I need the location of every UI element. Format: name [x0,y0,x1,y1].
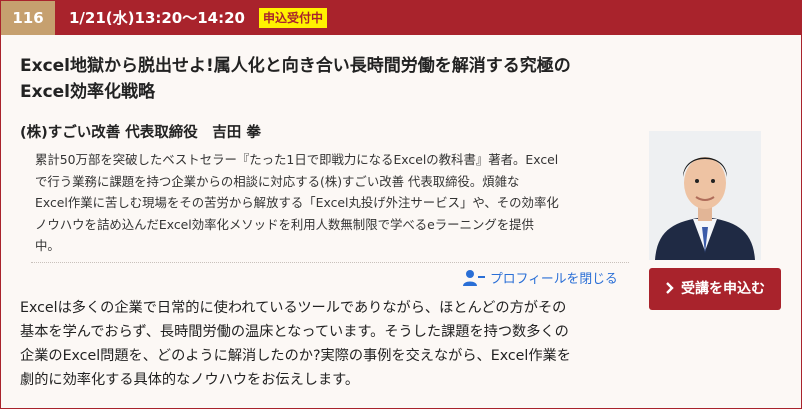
description-line: 基本を学んでおらず、長時間労働の温床となっています。そうした課題を持つ数多くの [20,324,569,340]
seminar-title-line: Excel地獄から脱出せよ!属人化と向き合い長時間労働を解消する究極の [20,56,571,76]
profile-line: ノウハウを詰め込んだExcel効率化メソッドを利用人数無制限で学べるeラーニング… [35,216,534,232]
speaker-photo [649,131,761,260]
apply-button[interactable]: 受講を申込む [649,268,781,310]
seminar-datetime: 1/21(水)13:20〜14:20 [69,9,245,27]
user-minus-icon [463,270,485,286]
profile-toggle-label: プロフィールを閉じる [490,272,618,287]
seminar-title-line: Excel効率化戦略 [20,82,156,102]
seminar-number: 116 [1,1,55,35]
seminar-header: 116 1/21(水)13:20〜14:20 申込受付中 [1,1,801,35]
speaker-profile: 累計50万部を突破したベストセラー『たった1日で即戦力になるExcelの教科書』… [35,149,621,257]
speaker-portrait [649,131,761,260]
seminar-description: Excelは多くの企業で日常的に使われているツールでありながら、ほとんどの方がそ… [20,296,632,392]
profile-line: 中。 [35,238,60,253]
profile-divider [31,262,629,263]
description-line: 劇的に効率化する具体的なノウハウをお伝えします。 [20,372,360,388]
seminar-card: 116 1/21(水)13:20〜14:20 申込受付中 Excel地獄から脱出… [0,0,802,409]
description-line: 企業のExcel問題を、どのように解消したのか?実際の事例を交えながら、Exce… [20,348,571,364]
profile-line: 累計50万部を突破したベストセラー『たった1日で即戦力になるExcelの教科書』… [35,152,559,167]
profile-line: Excel作業に苦しむ現場をその苦労から解放する「Excel丸投げ外注サービス」… [35,195,559,210]
apply-button-label: 受講を申込む [681,281,765,297]
profile-toggle-link[interactable]: プロフィールを閉じる [463,269,618,291]
profile-line: で行う業務に課題を持つ企業からの相談に対応する(株)すごい改善 代表取締役。煩雑… [35,173,520,189]
status-badge: 申込受付中 [259,8,328,28]
chevron-right-icon [665,268,675,310]
speaker-name: (株)すごい改善 代表取締役 吉田 拳 [20,125,261,141]
description-line: Excelは多くの企業で日常的に使われているツールでありながら、ほとんどの方がそ… [20,300,567,316]
seminar-title: Excel地獄から脱出せよ!属人化と向き合い長時間労働を解消する究極の Exce… [20,53,620,105]
